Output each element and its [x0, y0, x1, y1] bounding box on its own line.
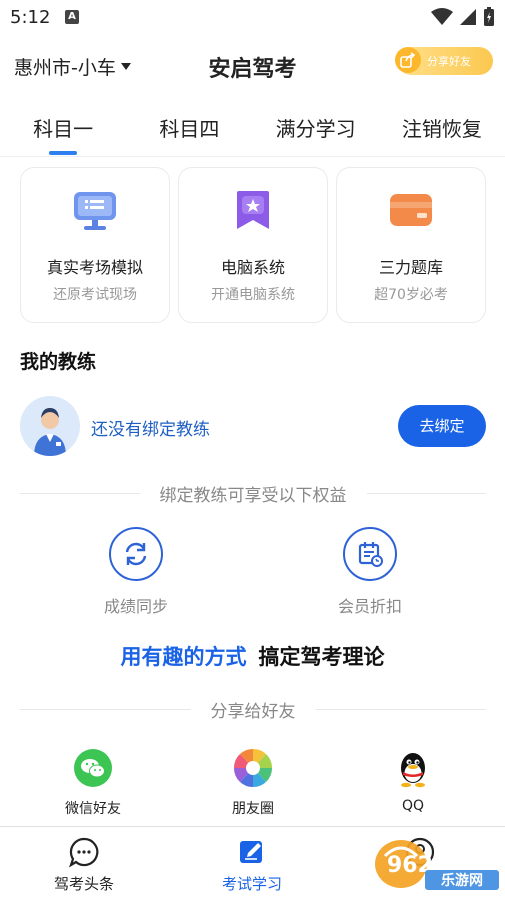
- qq-icon: [393, 748, 433, 788]
- nav-label: 驾考头条: [53, 875, 114, 893]
- status-bar: 5:12 A: [0, 0, 505, 34]
- caret-down-icon: [120, 63, 131, 70]
- card-real-exam-simulation[interactable]: 真实考场模拟 还原考试现场: [20, 167, 170, 323]
- wifi-icon: [431, 8, 453, 25]
- tab-subject-four[interactable]: 科目四: [126, 105, 252, 155]
- card-subtitle: 超70岁必考: [374, 287, 448, 303]
- city-label: 惠州市-小车: [14, 57, 116, 79]
- benefit-score-sync: 成绩同步: [76, 527, 196, 617]
- share-qq[interactable]: QQ: [363, 748, 463, 814]
- edit-icon: [235, 835, 269, 869]
- share-moments[interactable]: 朋友圈: [203, 748, 303, 818]
- tabs-divider: [0, 156, 505, 157]
- divider-line: [366, 492, 486, 494]
- divider-line: [20, 708, 191, 710]
- share-targets: 微信好友 朋友圈 QQ: [0, 748, 505, 823]
- slogan-black: 搞定驾考理论: [258, 645, 385, 669]
- share-title: 分享给好友: [210, 701, 296, 722]
- nav-label: 考试学习: [221, 875, 282, 893]
- coach-benefits: 成绩同步 会员折扣: [0, 527, 505, 617]
- my-coach-title: 我的教练: [20, 351, 97, 373]
- card-subtitle: 开通电脑系统: [211, 287, 295, 303]
- share-item-label: 微信好友: [65, 801, 121, 817]
- watermark-bottom-text: 乐游网: [441, 872, 483, 889]
- battery-icon: [484, 7, 494, 26]
- share-icon: [395, 47, 421, 73]
- tab-full-score-study[interactable]: 满分学习: [253, 105, 379, 155]
- share-friends-button[interactable]: 分享好友: [395, 47, 493, 75]
- slogan-blue: 用有趣的方式: [120, 645, 247, 669]
- benefits-title: 绑定教练可享受以下权益: [159, 485, 347, 506]
- nav-driving-news[interactable]: 驾考头条: [24, 835, 144, 894]
- benefit-label: 成绩同步: [103, 597, 168, 616]
- coach-avatar: [20, 396, 80, 456]
- city-selector[interactable]: 惠州市-小车: [14, 53, 131, 80]
- benefits-divider: 绑定教练可享受以下权益: [20, 481, 486, 506]
- chat-bubble-icon: [67, 835, 101, 869]
- app-header: 惠州市-小车 安启驾考 分享好友: [0, 40, 505, 90]
- tab-cancel-restore[interactable]: 注销恢复: [379, 105, 505, 155]
- tab-subject-one[interactable]: 科目一: [0, 105, 126, 155]
- card-subtitle: 还原考试现场: [53, 287, 137, 303]
- nav-exam-study[interactable]: 考试学习: [192, 835, 312, 894]
- coach-status-text: 还没有绑定教练: [91, 420, 210, 440]
- card-title: 真实考场模拟: [46, 258, 143, 277]
- slogan: 用有趣的方式 搞定驾考理论: [0, 641, 505, 671]
- monitor-icon: [70, 188, 120, 234]
- card-computer-system[interactable]: 电脑系统 开通电脑系统: [178, 167, 328, 323]
- notification-a-icon: A: [65, 10, 79, 24]
- site-watermark: 962.NET 乐游网: [371, 834, 501, 892]
- share-item-label: QQ: [401, 798, 425, 814]
- share-divider: 分享给好友: [20, 697, 486, 722]
- status-time: 5:12: [10, 7, 51, 28]
- bind-coach-button[interactable]: 去绑定: [398, 405, 486, 447]
- share-wechat[interactable]: 微信好友: [43, 748, 143, 818]
- card-title: 三力题库: [378, 258, 443, 277]
- moments-icon: [233, 748, 273, 788]
- status-icons: [431, 7, 495, 27]
- sync-icon: [109, 527, 163, 581]
- bookmark-star-icon: [228, 188, 278, 234]
- benefit-label: 会员折扣: [337, 597, 402, 616]
- divider-line: [315, 708, 486, 710]
- card-three-ability-bank[interactable]: 三力题库 超70岁必考: [336, 167, 486, 323]
- card-title: 电脑系统: [220, 258, 285, 277]
- coach-row: 还没有绑定教练 去绑定: [20, 396, 486, 456]
- signal-icon: [460, 9, 476, 25]
- share-friends-label: 分享好友: [427, 55, 471, 68]
- divider-line: [20, 492, 140, 494]
- feature-cards: 真实考场模拟 还原考试现场 电脑系统 开通电脑系统 三力题库 超70岁必考: [20, 167, 486, 323]
- benefit-member-discount: 会员折扣: [310, 527, 430, 617]
- calendar-discount-icon: [343, 527, 397, 581]
- card-icon: [386, 188, 436, 234]
- share-item-label: 朋友圈: [232, 801, 274, 817]
- wechat-icon: [73, 748, 113, 788]
- subject-tabs: 科目一 科目四 满分学习 注销恢复: [0, 105, 505, 155]
